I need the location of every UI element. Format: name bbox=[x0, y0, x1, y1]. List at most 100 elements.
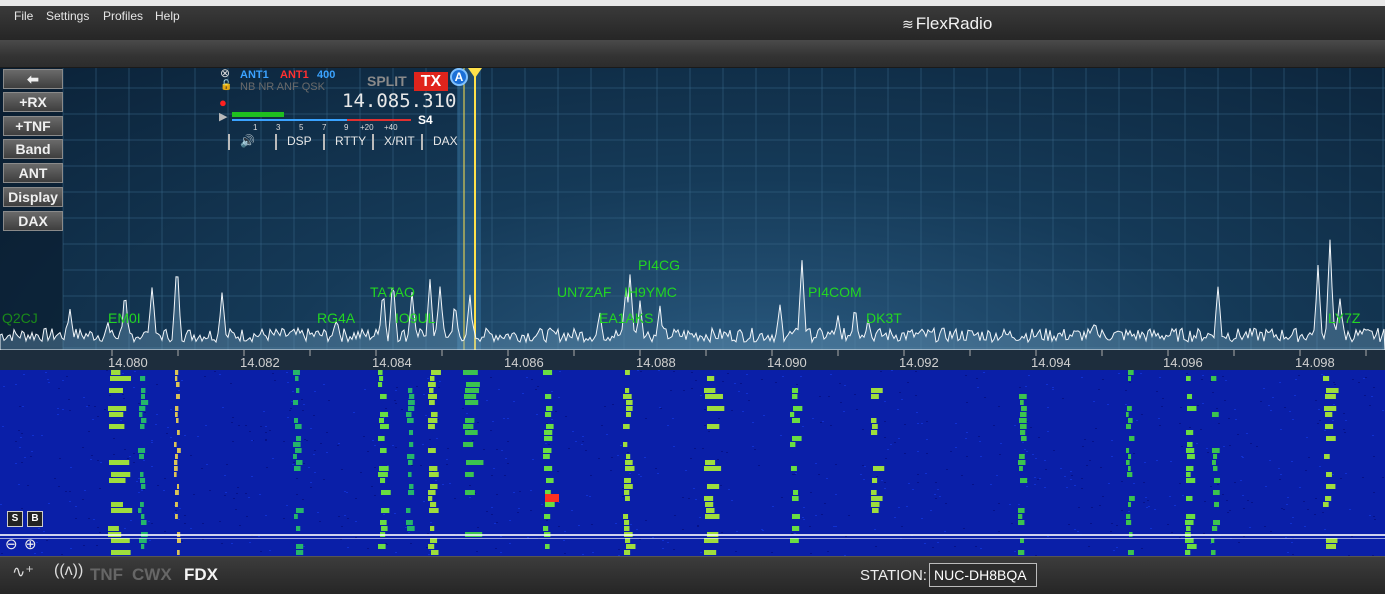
close-slice-icon[interactable]: ⊗ bbox=[220, 66, 230, 80]
menu-settings[interactable]: Settings bbox=[46, 9, 89, 23]
waterfall-signal bbox=[464, 394, 477, 399]
menu-file[interactable]: File bbox=[14, 9, 33, 23]
slice-letter-badge[interactable]: A bbox=[450, 68, 468, 86]
waterfall-signal bbox=[140, 478, 146, 483]
waterfall-noise bbox=[662, 540, 664, 541]
spot-label[interactable]: RG4A bbox=[317, 310, 355, 326]
waterfall-signal bbox=[465, 400, 479, 405]
waterfall-noise bbox=[1133, 453, 1135, 454]
dax-button[interactable]: DAX bbox=[3, 211, 63, 231]
panadapter[interactable] bbox=[0, 68, 1385, 370]
waterfall-noise bbox=[1084, 439, 1086, 440]
station-name-box[interactable]: NUC-DH8BQA bbox=[929, 563, 1037, 587]
tx-button[interactable]: TX bbox=[414, 72, 448, 91]
waterfall-noise bbox=[691, 388, 693, 389]
waterfall-noise bbox=[1102, 496, 1104, 497]
waterfall-noise bbox=[96, 545, 98, 546]
menu-profiles[interactable]: Profiles bbox=[103, 9, 143, 23]
waveform-add-icon[interactable]: ∿⁺ bbox=[12, 562, 34, 582]
spot-label[interactable]: TA7AO bbox=[370, 284, 415, 300]
waterfall-noise bbox=[559, 371, 561, 372]
waterfall-noise bbox=[1382, 410, 1384, 411]
waterfall-noise bbox=[129, 456, 131, 457]
filter-width[interactable]: 400 bbox=[317, 69, 335, 81]
rx-antenna[interactable]: ANT1 bbox=[240, 69, 269, 81]
frequency-display[interactable]: 14.085.310 bbox=[342, 90, 456, 112]
tab-dsp[interactable]: DSP bbox=[275, 134, 312, 150]
spot-label[interactable]: EM0I bbox=[108, 310, 141, 326]
fdx-toggle[interactable]: FDX bbox=[184, 565, 218, 585]
tab-xrit[interactable]: X/RIT bbox=[372, 134, 415, 150]
waterfall-s-button[interactable]: S bbox=[7, 511, 23, 527]
tab-rtty[interactable]: RTTY bbox=[323, 134, 366, 150]
waterfall-signal bbox=[623, 442, 628, 447]
waterfall-noise bbox=[197, 436, 199, 437]
waterfall-b-button[interactable]: B bbox=[27, 511, 43, 527]
waterfall-noise bbox=[1018, 504, 1020, 505]
waterfall-noise bbox=[274, 380, 276, 381]
waterfall-noise bbox=[1240, 480, 1242, 481]
tx-antenna[interactable]: ANT1 bbox=[280, 69, 309, 81]
meter-tick: 1 bbox=[253, 123, 258, 132]
play-icon[interactable]: ▶ bbox=[219, 110, 227, 123]
record-icon[interactable]: ● bbox=[219, 95, 227, 110]
zoom-out-icon[interactable]: ⊖ bbox=[5, 535, 18, 553]
waterfall-noise bbox=[1363, 378, 1365, 379]
waterfall-noise bbox=[591, 524, 593, 525]
waterfall-noise bbox=[170, 437, 172, 438]
waterfall-noise bbox=[748, 400, 750, 401]
waterfall-noise bbox=[727, 373, 729, 374]
spot-label[interactable]: IH9YMC bbox=[624, 284, 677, 300]
audio-tab-speaker-icon[interactable]: 🔊 bbox=[228, 134, 255, 150]
waterfall-signal bbox=[378, 436, 385, 441]
waterfall-noise bbox=[890, 444, 892, 445]
waterfall[interactable] bbox=[0, 370, 1385, 556]
add-tnf-button[interactable]: +TNF bbox=[3, 116, 63, 136]
waterfall-noise bbox=[682, 529, 684, 530]
zoom-in-icon[interactable]: ⊕ bbox=[24, 535, 37, 553]
waterfall-noise bbox=[1210, 543, 1212, 544]
spot-label[interactable]: Q2CJ bbox=[2, 310, 38, 326]
waterfall-noise bbox=[355, 537, 357, 538]
waterfall-noise bbox=[704, 425, 706, 426]
spot-label[interactable]: PI4CG bbox=[638, 257, 680, 273]
spot-label[interactable]: PI4COM bbox=[808, 284, 862, 300]
waterfall-noise bbox=[469, 485, 471, 486]
waterfall-signal bbox=[111, 472, 131, 477]
spot-label[interactable]: DK3T bbox=[866, 310, 902, 326]
collapse-button[interactable]: ⬅ bbox=[3, 69, 63, 89]
waterfall-noise bbox=[99, 488, 101, 489]
waterfall-noise bbox=[184, 515, 186, 516]
waterfall-noise bbox=[1371, 396, 1373, 397]
waterfall-noise bbox=[130, 520, 132, 521]
waterfall-noise bbox=[59, 458, 61, 459]
waterfall-noise bbox=[1169, 496, 1171, 497]
add-rx-button[interactable]: +RX bbox=[3, 92, 63, 112]
waterfall-signal bbox=[623, 394, 632, 399]
antenna-icon[interactable]: ((ᴧ)) bbox=[54, 562, 83, 580]
waterfall-noise bbox=[387, 465, 389, 466]
lock-icon[interactable]: 🔓 bbox=[220, 80, 232, 91]
spot-label[interactable]: LY7Z bbox=[1328, 310, 1360, 326]
waterfall-noise bbox=[1319, 466, 1321, 467]
tnf-toggle[interactable]: TNF bbox=[90, 565, 123, 585]
ant-button[interactable]: ANT bbox=[3, 163, 63, 183]
cwx-toggle[interactable]: CWX bbox=[132, 565, 172, 585]
waterfall-noise bbox=[1093, 401, 1095, 402]
waterfall-noise bbox=[138, 478, 140, 479]
waterfall-noise bbox=[1303, 501, 1305, 502]
waterfall-signal bbox=[791, 466, 797, 471]
waterfall-signal bbox=[408, 472, 412, 477]
waterfall-signal bbox=[378, 472, 388, 477]
waterfall-noise bbox=[563, 540, 565, 541]
display-button[interactable]: Display bbox=[3, 187, 63, 207]
spot-label[interactable]: IO9UL bbox=[395, 310, 435, 326]
spot-label[interactable]: UN7ZAF bbox=[557, 284, 611, 300]
waterfall-noise bbox=[937, 489, 939, 490]
spot-label[interactable]: EA1AKS bbox=[599, 310, 653, 326]
band-button[interactable]: Band bbox=[3, 139, 63, 159]
split-button[interactable]: SPLIT bbox=[367, 73, 407, 89]
menu-help[interactable]: Help bbox=[155, 9, 180, 23]
tab-dax[interactable]: DAX bbox=[421, 134, 458, 150]
waterfall-signal bbox=[792, 526, 800, 531]
